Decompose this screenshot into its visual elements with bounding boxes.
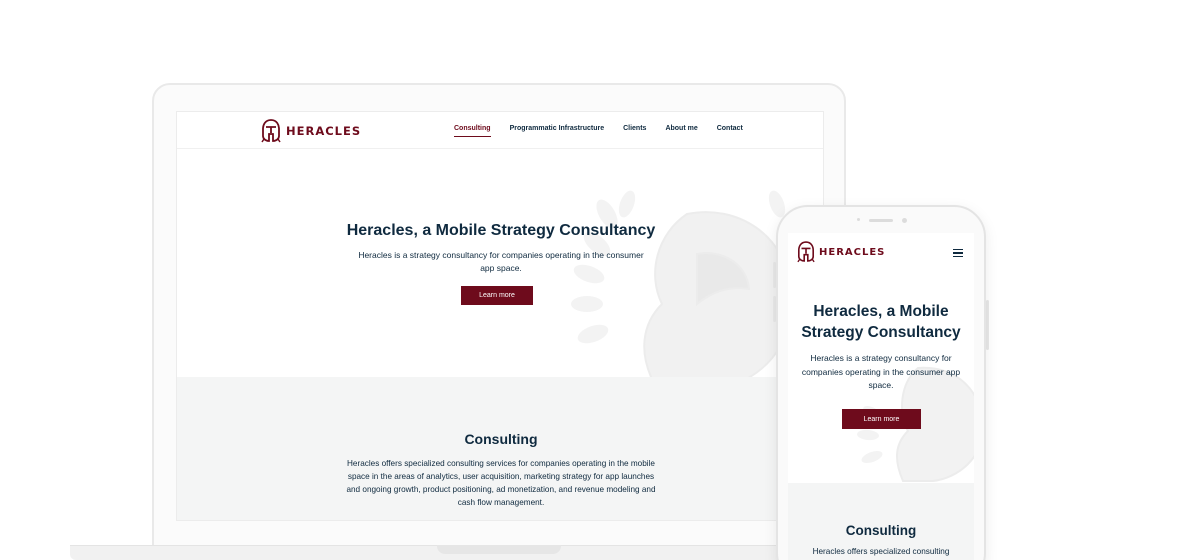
main-nav: Consulting Programmatic Infrastructure C… [454, 125, 743, 137]
site-logo[interactable]: HERACLES [261, 119, 361, 143]
consulting-title: Consulting [845, 523, 917, 538]
phone-side-button [986, 300, 989, 350]
learn-more-button[interactable]: Learn more [842, 409, 921, 429]
brand-wordmark: HERACLES [286, 124, 362, 138]
hero-subtitle: Heracles is a strategy consultancy for c… [801, 353, 961, 390]
speaker-grille [869, 219, 893, 222]
consulting-section: Consulting Heracles offers specialized c… [177, 377, 823, 520]
site-logo[interactable]: HERACLES [797, 241, 885, 263]
front-sensor-icon [902, 218, 907, 223]
helmet-icon [797, 241, 815, 263]
nav-contact[interactable]: Contact [717, 125, 743, 132]
nav-clients[interactable]: Clients [623, 125, 646, 132]
learn-more-button[interactable]: Learn more [461, 286, 533, 305]
brand-wordmark: HERACLES [819, 246, 886, 258]
phone-screen: HERACLES Heracles, a Mobile Strategy Con… [788, 233, 974, 560]
front-camera-icon [857, 218, 860, 221]
hamburger-menu-icon[interactable] [953, 249, 963, 257]
consulting-section: Consulting Heracles offers specialized c… [788, 483, 974, 560]
laptop-notch [437, 545, 561, 554]
laptop-screen: HERACLES Consulting Programmatic Infrast… [176, 111, 824, 521]
consulting-title: Consulting [464, 431, 538, 447]
hero-section: Heracles, a Mobile Strategy Consultancy … [177, 149, 823, 377]
consulting-body: Heracles offers specialized consulting [812, 547, 950, 556]
hero-subtitle: Heracles is a strategy consultancy for c… [358, 250, 644, 273]
hero-title: Heracles, a Mobile Strategy Consultancy [801, 303, 961, 341]
consulting-body: Heracles offers specialized consulting s… [346, 459, 656, 507]
hero-title: Heracles, a Mobile Strategy Consultancy [346, 222, 656, 239]
hero-section: Heracles, a Mobile Strategy Consultancy … [788, 273, 974, 483]
site-header: HERACLES Consulting Programmatic Infrast… [177, 112, 823, 149]
helmet-icon [261, 119, 281, 143]
nav-about-me[interactable]: About me [665, 125, 697, 132]
nav-consulting[interactable]: Consulting [454, 125, 491, 137]
nav-programmatic-infrastructure[interactable]: Programmatic Infrastructure [510, 125, 605, 132]
